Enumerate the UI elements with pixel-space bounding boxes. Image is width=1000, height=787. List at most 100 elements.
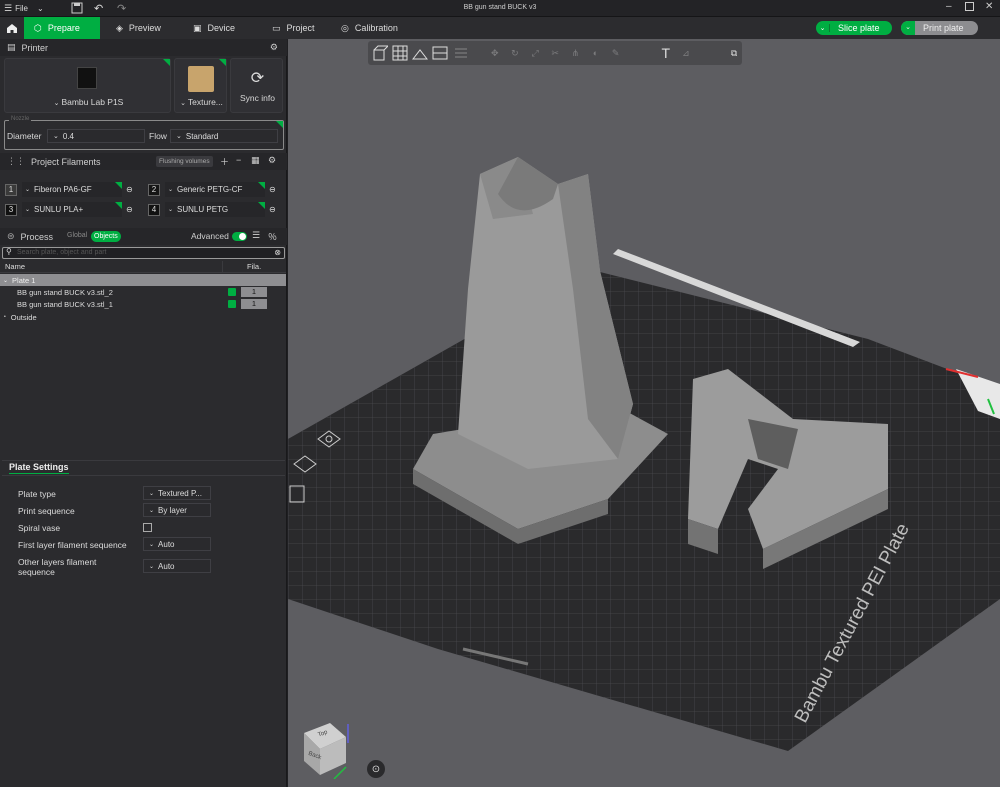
- text-icon[interactable]: T: [658, 43, 674, 63]
- tab-label: Project: [286, 23, 315, 33]
- gear-icon[interactable]: ⚙: [268, 155, 276, 166]
- plate-type-card[interactable]: ⌄ Texture...: [174, 58, 227, 113]
- spiral-vase-checkbox[interactable]: [143, 523, 152, 532]
- printer-name-row: ⌄ Bambu Lab P1S: [5, 97, 172, 107]
- support-icon[interactable]: ⋔: [567, 43, 583, 63]
- add-cube-icon[interactable]: [372, 43, 389, 63]
- paint-icon[interactable]: ✎: [608, 43, 624, 63]
- object-filament[interactable]: 1: [241, 287, 267, 297]
- tab-preview[interactable]: ◈ Preview: [106, 17, 171, 39]
- percent-icon[interactable]: ％: [268, 230, 277, 243]
- column-name: Name: [5, 262, 26, 271]
- orient-icon[interactable]: [412, 43, 429, 63]
- edit-filament-icon[interactable]: ⊖: [269, 205, 276, 214]
- maximize-icon[interactable]: [965, 2, 974, 11]
- tab-project[interactable]: ▭ Project: [262, 17, 325, 39]
- slice-plate-button[interactable]: ⌄ Slice plate: [816, 21, 892, 35]
- auto-orient-icon[interactable]: [316, 429, 342, 449]
- filament-icon: ⋮⋮: [7, 156, 25, 166]
- edit-filament-icon[interactable]: ⊖: [126, 205, 133, 214]
- printer-section-header: ▤ Printer ⚙: [0, 39, 287, 56]
- object-row[interactable]: BB gun stand BUCK v3.stl_1 1: [0, 298, 286, 310]
- add-icon[interactable]: ＋: [220, 155, 229, 168]
- print-plate-button[interactable]: ⌄ Print plate: [901, 21, 978, 35]
- gear-icon[interactable]: ⚙: [270, 42, 278, 53]
- printer-preset-card[interactable]: ⌄ Bambu Lab P1S: [4, 58, 171, 113]
- sync-info-button[interactable]: ⟳ Sync info: [230, 58, 283, 113]
- sync-filament-icon[interactable]: ▦: [251, 155, 260, 166]
- section-title: Printer: [21, 42, 49, 53]
- advanced-toggle[interactable]: [232, 232, 247, 241]
- fit-view-icon[interactable]: ⊙: [367, 760, 385, 778]
- tab-calibration[interactable]: ◎ Calibration: [331, 17, 408, 39]
- outside-row[interactable]: • Outside: [0, 311, 286, 323]
- minimize-icon[interactable]: –: [946, 1, 952, 12]
- global-toggle[interactable]: Global: [67, 232, 87, 239]
- edit-filament-icon[interactable]: ⊖: [126, 185, 133, 194]
- layout-icon[interactable]: [453, 43, 469, 63]
- flow-select[interactable]: ⌄ Standard: [170, 129, 278, 143]
- flushing-volumes-button[interactable]: Flushing volumes: [156, 156, 213, 167]
- chevron-down-icon: ⌄: [149, 541, 155, 548]
- tab-label: Preview: [128, 23, 161, 33]
- other-layers-sequence-label: Other layers filament sequence: [18, 557, 97, 577]
- main-toolbar: ⬡ Prepare ◈ Preview ▣ Device ▭ Project ◎ Cali…: [0, 17, 1000, 39]
- section-title: Process: [20, 231, 54, 242]
- filament-slot-3[interactable]: 3 ⌄ SUNLU PLA+ ⊖: [5, 202, 140, 217]
- first-layer-sequence-select[interactable]: ⌄ Auto: [143, 537, 211, 551]
- view-mode-icon[interactable]: [292, 454, 318, 474]
- grid-arrange-icon[interactable]: [392, 43, 408, 63]
- diameter-select[interactable]: ⌄ 0.4: [47, 129, 145, 143]
- filament-slot-1[interactable]: 1 ⌄ Fiberon PA6-GF ⊖: [5, 182, 140, 197]
- filament-select[interactable]: ⌄ Fiberon PA6-GF: [22, 182, 122, 197]
- plate-split-icon[interactable]: [432, 43, 448, 63]
- list-icon[interactable]: ☰: [252, 230, 260, 241]
- navigation-cube[interactable]: Top Back: [300, 719, 350, 779]
- filament-select[interactable]: ⌄ SUNLU PLA+: [22, 202, 122, 217]
- filament-number: 3: [5, 203, 17, 216]
- assembly-view-icon[interactable]: [288, 482, 306, 506]
- object-search-input[interactable]: ⚲ Search plate, object and part ⊗: [2, 247, 285, 259]
- remove-icon[interactable]: −: [236, 155, 241, 165]
- home-icon[interactable]: [0, 17, 23, 39]
- filament-slot-4[interactable]: 4 ⌄ SUNLU PETG ⊖: [148, 202, 283, 217]
- move-icon[interactable]: ✥: [487, 43, 503, 63]
- assembly-icon[interactable]: ⧉: [726, 43, 742, 63]
- edit-filament-icon[interactable]: ⊖: [269, 185, 276, 194]
- measure-icon[interactable]: ⊿: [678, 43, 694, 63]
- tab-device[interactable]: ▣ Device: [183, 17, 245, 39]
- filaments-section-header: ⋮⋮ Project Filaments Flushing volumes ＋ …: [0, 153, 287, 170]
- sync-label: Sync info: [240, 93, 275, 103]
- close-icon[interactable]: ✕: [985, 1, 993, 12]
- clear-icon[interactable]: ⊗: [274, 248, 281, 257]
- filament-number: 4: [148, 203, 160, 216]
- tab-prepare[interactable]: ⬡ Prepare: [24, 17, 100, 39]
- object-list-header: Name Fila.: [0, 261, 286, 273]
- column-fila: Fila.: [247, 262, 262, 271]
- object-row[interactable]: BB gun stand BUCK v3.stl_2 1: [0, 286, 286, 298]
- checkbox-checked[interactable]: [228, 288, 236, 296]
- flow-label: Flow: [149, 131, 167, 141]
- rotate-icon[interactable]: ↻: [507, 43, 523, 63]
- print-sequence-select[interactable]: ⌄ By layer: [143, 503, 211, 517]
- objects-toggle[interactable]: Objects: [91, 231, 121, 242]
- plate-name: Plate 1: [12, 275, 36, 285]
- plate-image: [188, 66, 214, 92]
- other-layers-sequence-select[interactable]: ⌄ Auto: [143, 559, 211, 573]
- 3d-viewport[interactable]: Bambu Textured PEI Plate ✥ ↻ ⤢ ✂ ⋔ ◐ ✎ T…: [288, 39, 1000, 787]
- filament-slot-2[interactable]: 2 ⌄ Generic PETG-CF ⊖: [148, 182, 283, 197]
- filament-name: SUNLU PLA+: [34, 205, 84, 214]
- plate-row[interactable]: ⌄ Plate 1: [0, 274, 286, 286]
- checkbox-checked[interactable]: [228, 300, 236, 308]
- seam-icon[interactable]: ◐: [587, 43, 603, 63]
- plate-type-select[interactable]: ⌄ Textured P...: [143, 486, 211, 500]
- cut-icon[interactable]: ✂: [547, 43, 563, 63]
- filament-select[interactable]: ⌄ Generic PETG-CF: [165, 182, 265, 197]
- object-filament[interactable]: 1: [241, 299, 267, 309]
- plate-name: Texture...: [187, 97, 223, 107]
- scale-icon[interactable]: ⤢: [527, 43, 543, 63]
- chevron-down-icon: ⌄: [180, 100, 188, 107]
- diameter-label: Diameter: [7, 131, 42, 141]
- scene-canvas[interactable]: Bambu Textured PEI Plate: [288, 39, 1000, 787]
- filament-select[interactable]: ⌄ SUNLU PETG: [165, 202, 265, 217]
